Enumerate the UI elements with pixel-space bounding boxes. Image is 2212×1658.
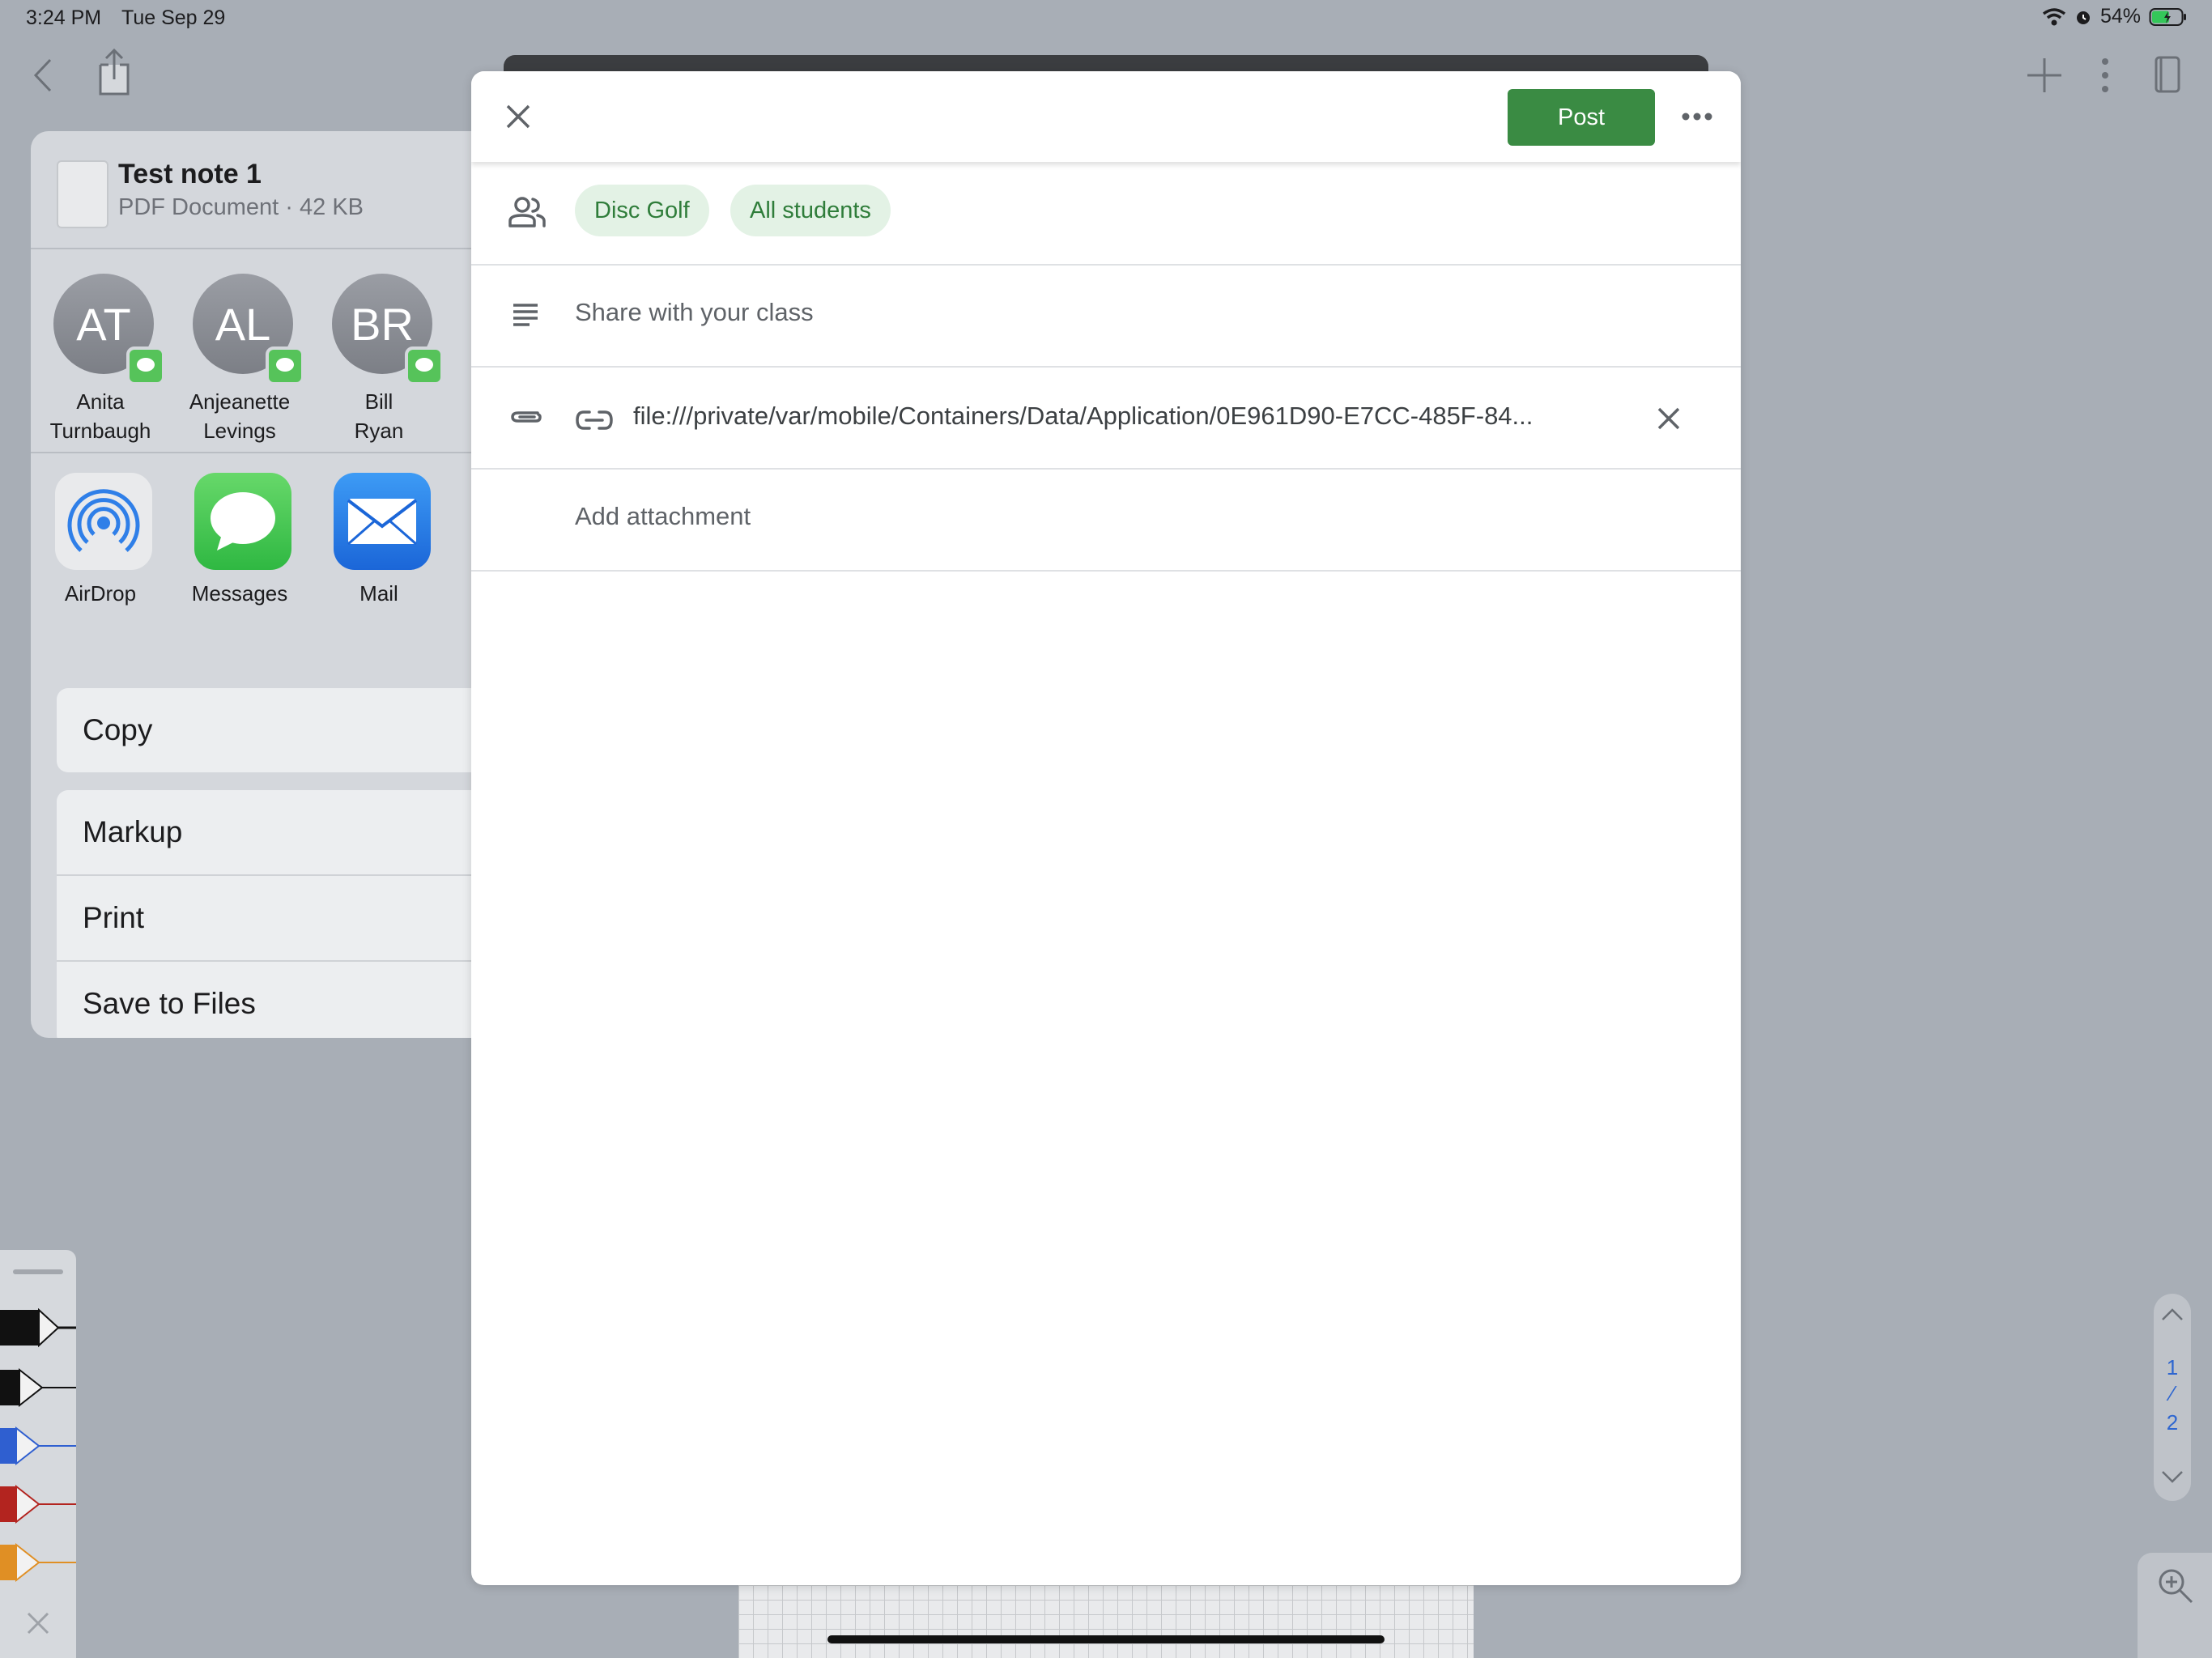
add-attachment-button[interactable]: Add attachment xyxy=(575,502,751,531)
pen-black-thin-icon[interactable] xyxy=(0,1367,76,1408)
back-chevron-icon[interactable] xyxy=(29,57,58,94)
contact-first-name: Anita xyxy=(76,389,125,414)
people-icon xyxy=(508,197,546,227)
close-icon[interactable] xyxy=(505,104,531,130)
post-button[interactable]: Post xyxy=(1508,89,1655,146)
zoom-in-icon xyxy=(2159,1569,2193,1604)
battery-percent: 54% xyxy=(2099,5,2141,28)
document-thumbnail xyxy=(57,160,108,228)
status-indicators: 54% xyxy=(2042,5,2188,28)
document-subtitle: PDF Document · 42 KB xyxy=(118,194,364,220)
link-icon xyxy=(576,410,613,430)
more-vertical-icon[interactable] xyxy=(2097,57,2113,94)
app-toolbar-behind-modal xyxy=(504,55,1708,73)
airdrop-icon xyxy=(55,473,152,570)
text-lines-icon xyxy=(513,304,538,326)
contact-last-name: Turnbaugh xyxy=(49,419,151,443)
save-to-files-action[interactable]: Save to Files xyxy=(57,962,500,1038)
contact-name: Bill Ryan xyxy=(309,387,449,445)
actions-group: Markup Print Save to Files xyxy=(57,790,500,1038)
share-text-input[interactable]: Share with your class xyxy=(575,298,814,327)
alarm-icon xyxy=(2076,11,2090,24)
share-text-row[interactable]: Share with your class xyxy=(471,264,1741,368)
contact-last-name: Levings xyxy=(203,419,276,443)
remove-attachment-icon[interactable] xyxy=(1657,406,1681,431)
contact-suggestions: AT Anita Turnbaugh AL Anjeanette Levings… xyxy=(31,249,500,453)
app-label: Mail xyxy=(359,581,398,606)
share-icon[interactable] xyxy=(96,47,133,97)
zoom-button[interactable] xyxy=(2138,1553,2212,1658)
class-chip[interactable]: Disc Golf xyxy=(575,185,709,236)
share-sheet-header: Test note 1 PDF Document · 42 KB xyxy=(31,131,500,249)
paperclip-icon xyxy=(511,411,542,423)
pen-red-icon[interactable] xyxy=(0,1484,76,1524)
close-tray-icon[interactable] xyxy=(26,1611,50,1635)
markup-action[interactable]: Markup xyxy=(57,790,500,876)
battery-icon xyxy=(2149,7,2186,26)
messages-badge-icon xyxy=(126,346,165,385)
more-options-icon[interactable] xyxy=(1681,112,1713,121)
current-page: 1 xyxy=(2166,1355,2179,1380)
messages-icon xyxy=(194,473,291,570)
messages-badge-icon xyxy=(405,346,444,385)
copy-action-group: Copy xyxy=(57,688,500,772)
share-apps: AirDrop Messages Mail xyxy=(31,455,500,649)
contact-name: Anjeanette Levings xyxy=(170,387,309,445)
contact-name: Anita Turnbaugh xyxy=(31,387,170,445)
wifi-icon xyxy=(2042,7,2066,25)
add-attachment-row[interactable]: Add attachment xyxy=(471,468,1741,572)
app-label: AirDrop xyxy=(64,581,137,606)
audience-chip[interactable]: All students xyxy=(730,185,891,236)
mail-icon xyxy=(334,473,431,570)
messages-badge-icon xyxy=(266,346,304,385)
status-time: 3:24 PM xyxy=(26,6,102,29)
page-indicator: 1 ⁄ 2 xyxy=(2154,1294,2191,1501)
pen-tray xyxy=(0,1250,76,1658)
total-pages: 2 xyxy=(2166,1410,2179,1435)
note-canvas xyxy=(738,1585,1474,1658)
dialog-header: Post xyxy=(471,71,1741,162)
contact-last-name: Ryan xyxy=(354,419,404,443)
pen-blue-icon[interactable] xyxy=(0,1426,76,1466)
status-date: Tue Sep 29 xyxy=(121,6,226,29)
page-up-icon[interactable] xyxy=(2161,1308,2184,1321)
pen-tray-handle[interactable] xyxy=(13,1269,63,1274)
print-action[interactable]: Print xyxy=(57,876,500,962)
add-icon[interactable] xyxy=(2026,57,2063,94)
page-down-icon[interactable] xyxy=(2161,1470,2184,1483)
audience-row: Disc Golf All students xyxy=(471,162,1741,266)
contact-first-name: Bill xyxy=(364,389,393,414)
share-sheet: Test note 1 PDF Document · 42 KB AT Anit… xyxy=(31,131,500,1038)
classroom-post-dialog: Post Disc Golf All students Share with y… xyxy=(471,71,1741,1585)
pens xyxy=(0,1308,76,1583)
page-separator: ⁄ xyxy=(2170,1381,2175,1405)
pages-icon[interactable] xyxy=(2154,55,2183,96)
attachment-link[interactable]: file:///private/var/mobile/Containers/Da… xyxy=(633,402,1533,431)
pen-black-icon[interactable] xyxy=(0,1308,76,1348)
copy-action[interactable]: Copy xyxy=(57,688,500,772)
attachment-row: file:///private/var/mobile/Containers/Da… xyxy=(471,368,1741,470)
home-indicator[interactable] xyxy=(827,1635,1385,1643)
contact-first-name: Anjeanette xyxy=(189,389,291,414)
document-title: Test note 1 xyxy=(118,159,262,189)
app-label: Messages xyxy=(191,581,288,606)
pen-orange-icon[interactable] xyxy=(0,1542,76,1583)
